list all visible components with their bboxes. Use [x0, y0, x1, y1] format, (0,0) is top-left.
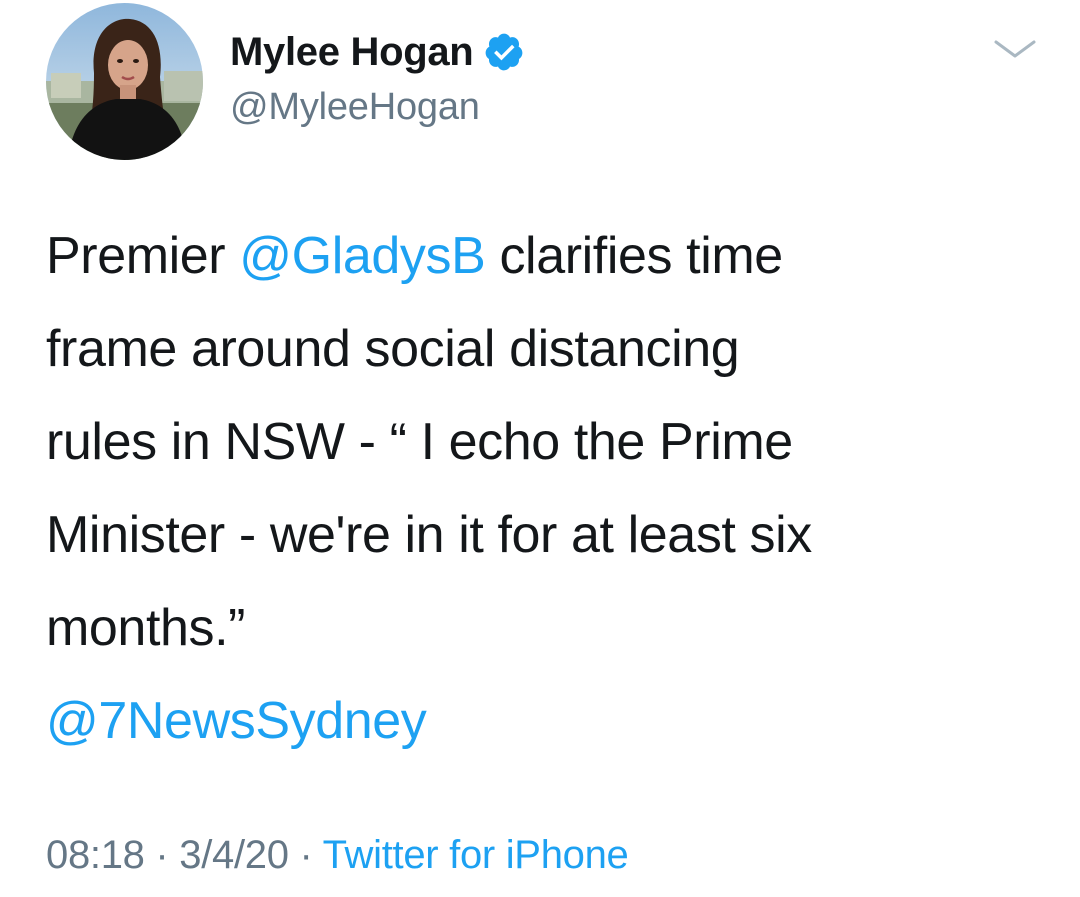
tweet-card: Mylee Hogan @MyleeHogan Premier @GladysB… [0, 0, 1080, 897]
mention-link-7newssydney[interactable]: @7NewsSydney [46, 675, 1046, 768]
tweet-source-link[interactable]: Twitter for iPhone [323, 833, 629, 877]
tweet-text-line: months.” [46, 599, 246, 657]
chevron-down-icon[interactable] [990, 34, 1040, 64]
meta-separator: · [288, 833, 323, 877]
display-name[interactable]: Mylee Hogan [230, 30, 474, 75]
tweet-date: 3/4/20 [179, 833, 289, 877]
tweet-meta: 08:18 · 3/4/20 · Twitter for iPhone [46, 833, 629, 878]
mention-link-gladysb[interactable]: @GladysB [239, 227, 486, 285]
meta-separator: · [144, 833, 180, 877]
tweet-text-line: Minister - we're in it for at least six [46, 506, 812, 564]
tweet-text-line: frame around social distancing [46, 320, 740, 378]
verified-badge-icon [483, 31, 525, 73]
tweet-text-segment: clarifies time [485, 227, 783, 285]
tweet-time: 08:18 [46, 833, 145, 877]
author-handle[interactable]: @MyleeHogan [230, 86, 480, 129]
tweet-text-line: Premier @GladysB clarifies time [46, 210, 1046, 303]
tweet-text-line: rules in NSW - “ I echo the Prime [46, 413, 793, 471]
avatar-image [46, 3, 203, 160]
avatar[interactable] [46, 3, 203, 160]
tweet-text: Premier @GladysB clarifies time frame ar… [46, 210, 1046, 768]
author-name-row[interactable]: Mylee Hogan [230, 22, 525, 82]
tweet-text-segment: Premier [46, 227, 240, 285]
